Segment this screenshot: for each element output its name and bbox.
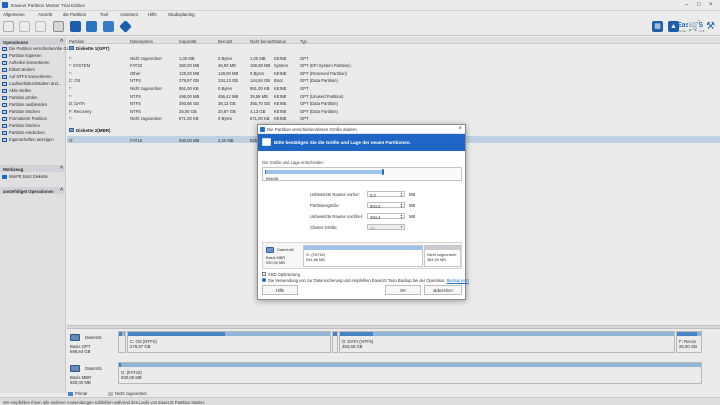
spinner-icon: ▲ ▼ xyxy=(400,213,403,220)
dialog-titlebar: Die Partition verschieben/deren Größe än… xyxy=(258,125,465,134)
partition-bar xyxy=(265,170,383,174)
help-button[interactable]: Hilfe xyxy=(262,285,298,295)
field-partition-size: Partitionsgröße: 594,6 ▲ ▼ MB xyxy=(310,202,416,209)
dialog-close-icon[interactable]: × xyxy=(458,126,462,132)
cancel-button[interactable]: abbrechen xyxy=(424,285,462,295)
disk-icon xyxy=(266,246,274,253)
ssd-optimization-checkbox[interactable]: SSD Optimierung xyxy=(262,272,300,277)
preview-partition-g: G: (FAT16) 544,86 MB xyxy=(303,245,423,267)
size-section-label: Die Größe und Lage entscheiden xyxy=(262,160,324,165)
partition-bar-value: 594MB xyxy=(266,176,279,181)
used-fill xyxy=(265,170,266,174)
field-unallocated-after: Unbesetzte Raume nachher: 384,4 ▲ ▼ MB xyxy=(310,213,416,220)
app-icon xyxy=(260,127,265,132)
ok-button[interactable]: OK xyxy=(385,285,421,295)
resize-handle[interactable] xyxy=(382,169,384,175)
partition-icon xyxy=(262,138,271,146)
preview-unallocated: Nicht zugeordnet 384,00 MB xyxy=(424,245,461,267)
field-unallocated-before: Unbesetzte Raume vorher: 0,0 ▲ ▼ MB xyxy=(310,191,416,198)
cluster-size-select[interactable]: 2K ▼ xyxy=(367,224,405,231)
field-cluster-size: Cluster-Größe: 2K ▼ xyxy=(310,224,405,231)
partition-size-slider[interactable]: 594MB xyxy=(262,167,462,181)
dialog-banner: Bitte bestätigen Sie die Größe und Lage … xyxy=(258,134,465,151)
spinner-icon: ▲ ▼ xyxy=(400,202,403,209)
preview-disk: Datenträ2 Basis MBR 930,00 MB xyxy=(266,246,295,265)
resize-dialog: Die Partition verschieben/deren Größe än… xyxy=(257,124,469,300)
unallocated-after-input[interactable]: 384,4 ▲ ▼ xyxy=(367,213,405,220)
disk-preview: Datenträ2 Basis MBR 930,00 MB G: (FAT16)… xyxy=(262,242,462,269)
info-icon xyxy=(262,278,266,283)
backup-now-link[interactable]: Backup jetzt xyxy=(447,278,469,283)
chevron-down-icon: ▼ xyxy=(400,225,403,229)
spinner-icon: ▲ ▼ xyxy=(400,191,403,198)
backup-note: Die Verwendung von zur Datensicherung un… xyxy=(262,278,469,283)
unallocated-before-input[interactable]: 0,0 ▲ ▼ xyxy=(367,191,405,198)
partition-size-input[interactable]: 594,6 ▲ ▼ xyxy=(367,202,405,209)
